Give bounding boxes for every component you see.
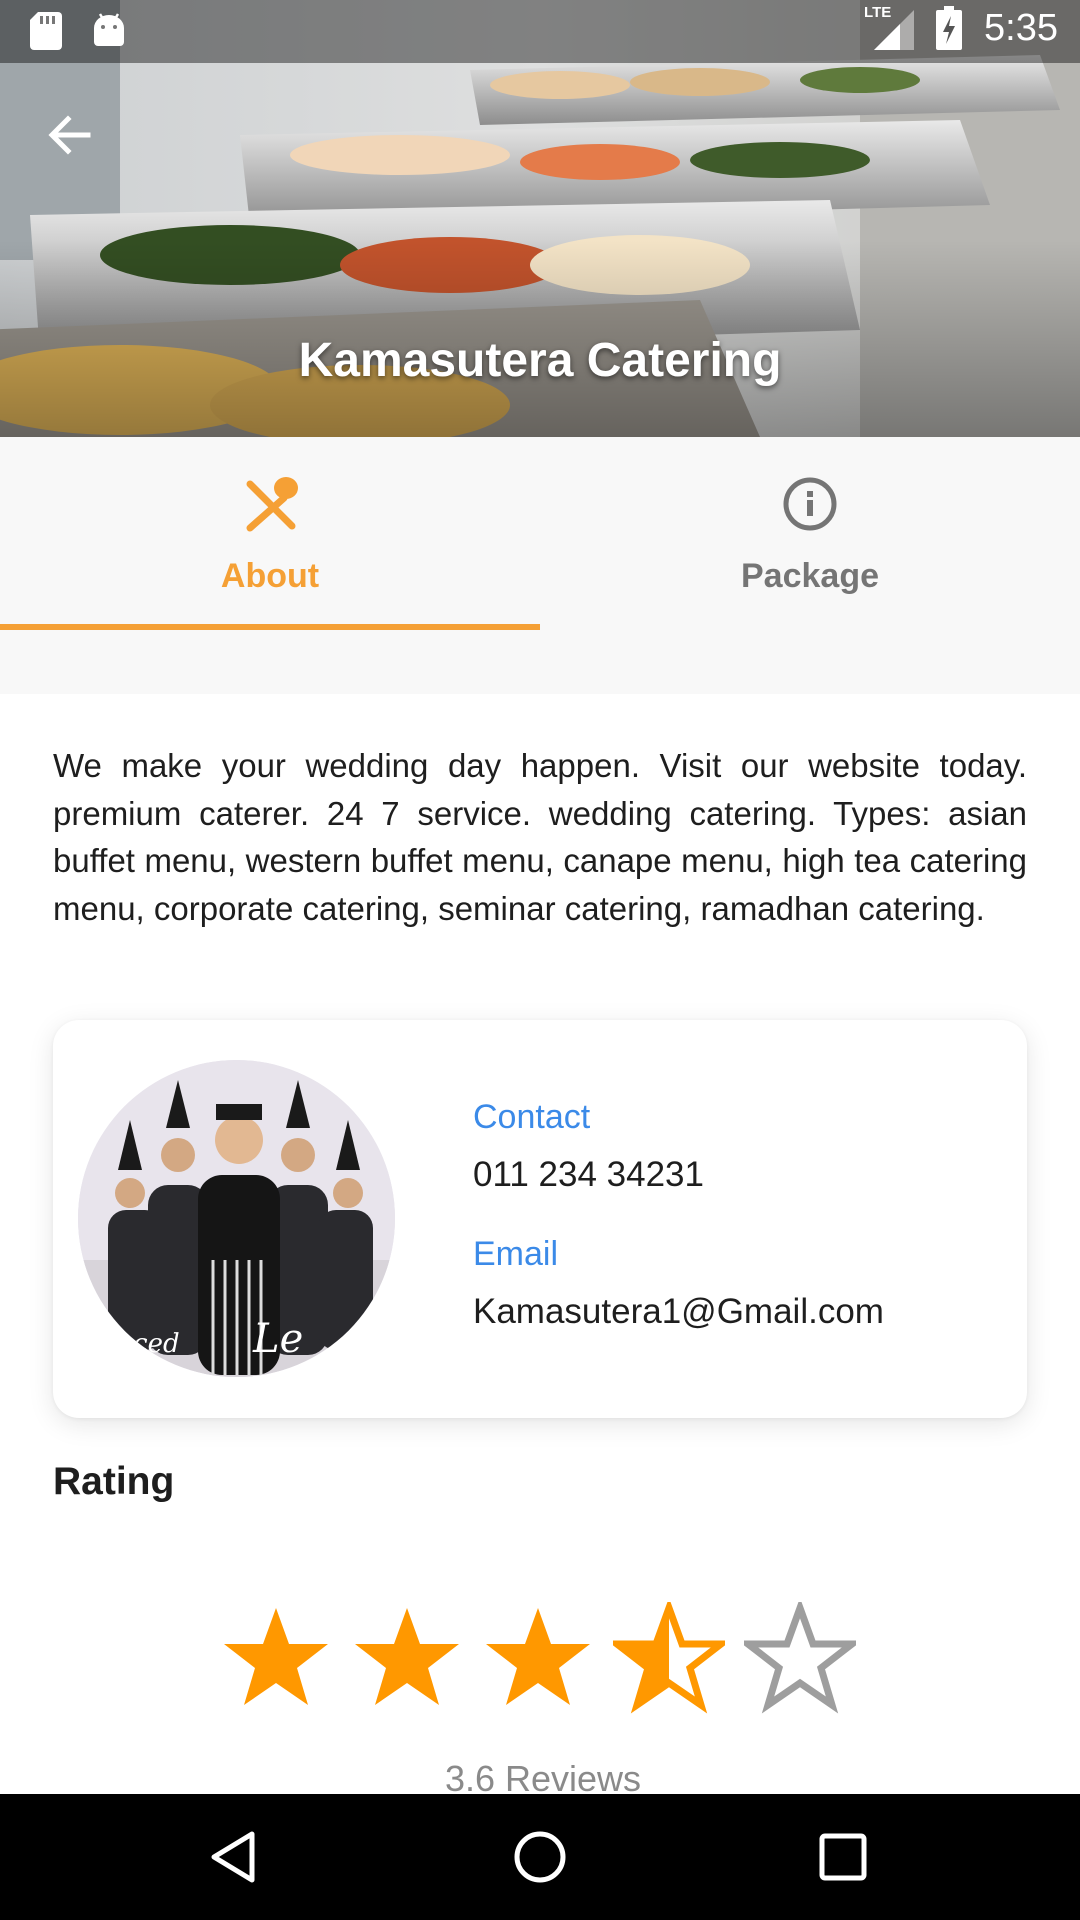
hero-header: LTE 5:35 Kamasutera Catering [0,0,1080,437]
info-icon [783,477,837,531]
chef-team-photo: inced Le [78,1060,395,1377]
nav-home-button[interactable] [505,1824,575,1890]
back-button[interactable] [40,105,110,165]
nav-back-button[interactable] [200,1824,270,1890]
system-nav-bar [0,1794,1080,1920]
contact-label: Contact [473,1098,591,1136]
page-title: Kamasutera Catering [298,334,782,387]
rating-star-2-icon[interactable] [351,1602,463,1714]
contact-phone[interactable]: 011 234 34231 [473,1155,704,1195]
rating-star-1-icon[interactable] [220,1602,332,1714]
tab-indicator [0,624,540,630]
tab-package-label: Package [741,557,879,595]
nav-recent-apps-button[interactable] [808,1824,878,1890]
tab-package[interactable]: Package [540,437,1080,630]
nav-home-icon [514,1831,566,1883]
rating-star-5-icon[interactable] [744,1602,856,1714]
rating-star-4-icon[interactable] [613,1602,725,1714]
arrow-back-icon [48,115,91,155]
tab-about-label: About [220,557,320,595]
nav-back-icon [211,1831,255,1883]
nav-recent-apps-icon [819,1833,867,1881]
tab-about[interactable]: About [0,437,540,630]
svg-text:inced: inced [108,1329,180,1359]
status-time: 5:35 [984,6,1058,49]
rating-title: Rating [53,1460,175,1503]
rating-stars [220,1602,860,1714]
status-bar: LTE 5:35 [0,0,1080,63]
email-address[interactable]: Kamasutera1@Gmail.com [473,1292,884,1332]
battery-charging-icon [936,6,963,50]
about-description: We make your wedding day happen. Visit o… [53,747,1027,927]
avatar: inced Le [78,1060,395,1377]
svg-text:Le: Le [252,1316,303,1362]
fork-spoon-icon [246,477,298,532]
email-label: Email [473,1235,559,1273]
contact-card: inced Le Contact 011 234 34231 Email Kam… [53,1020,1027,1418]
signal-icon [874,10,915,50]
tab-bar: About Package [0,437,1080,694]
android-icon [94,13,124,46]
sd-card-icon [30,12,62,50]
rating-star-3-icon[interactable] [482,1602,594,1714]
